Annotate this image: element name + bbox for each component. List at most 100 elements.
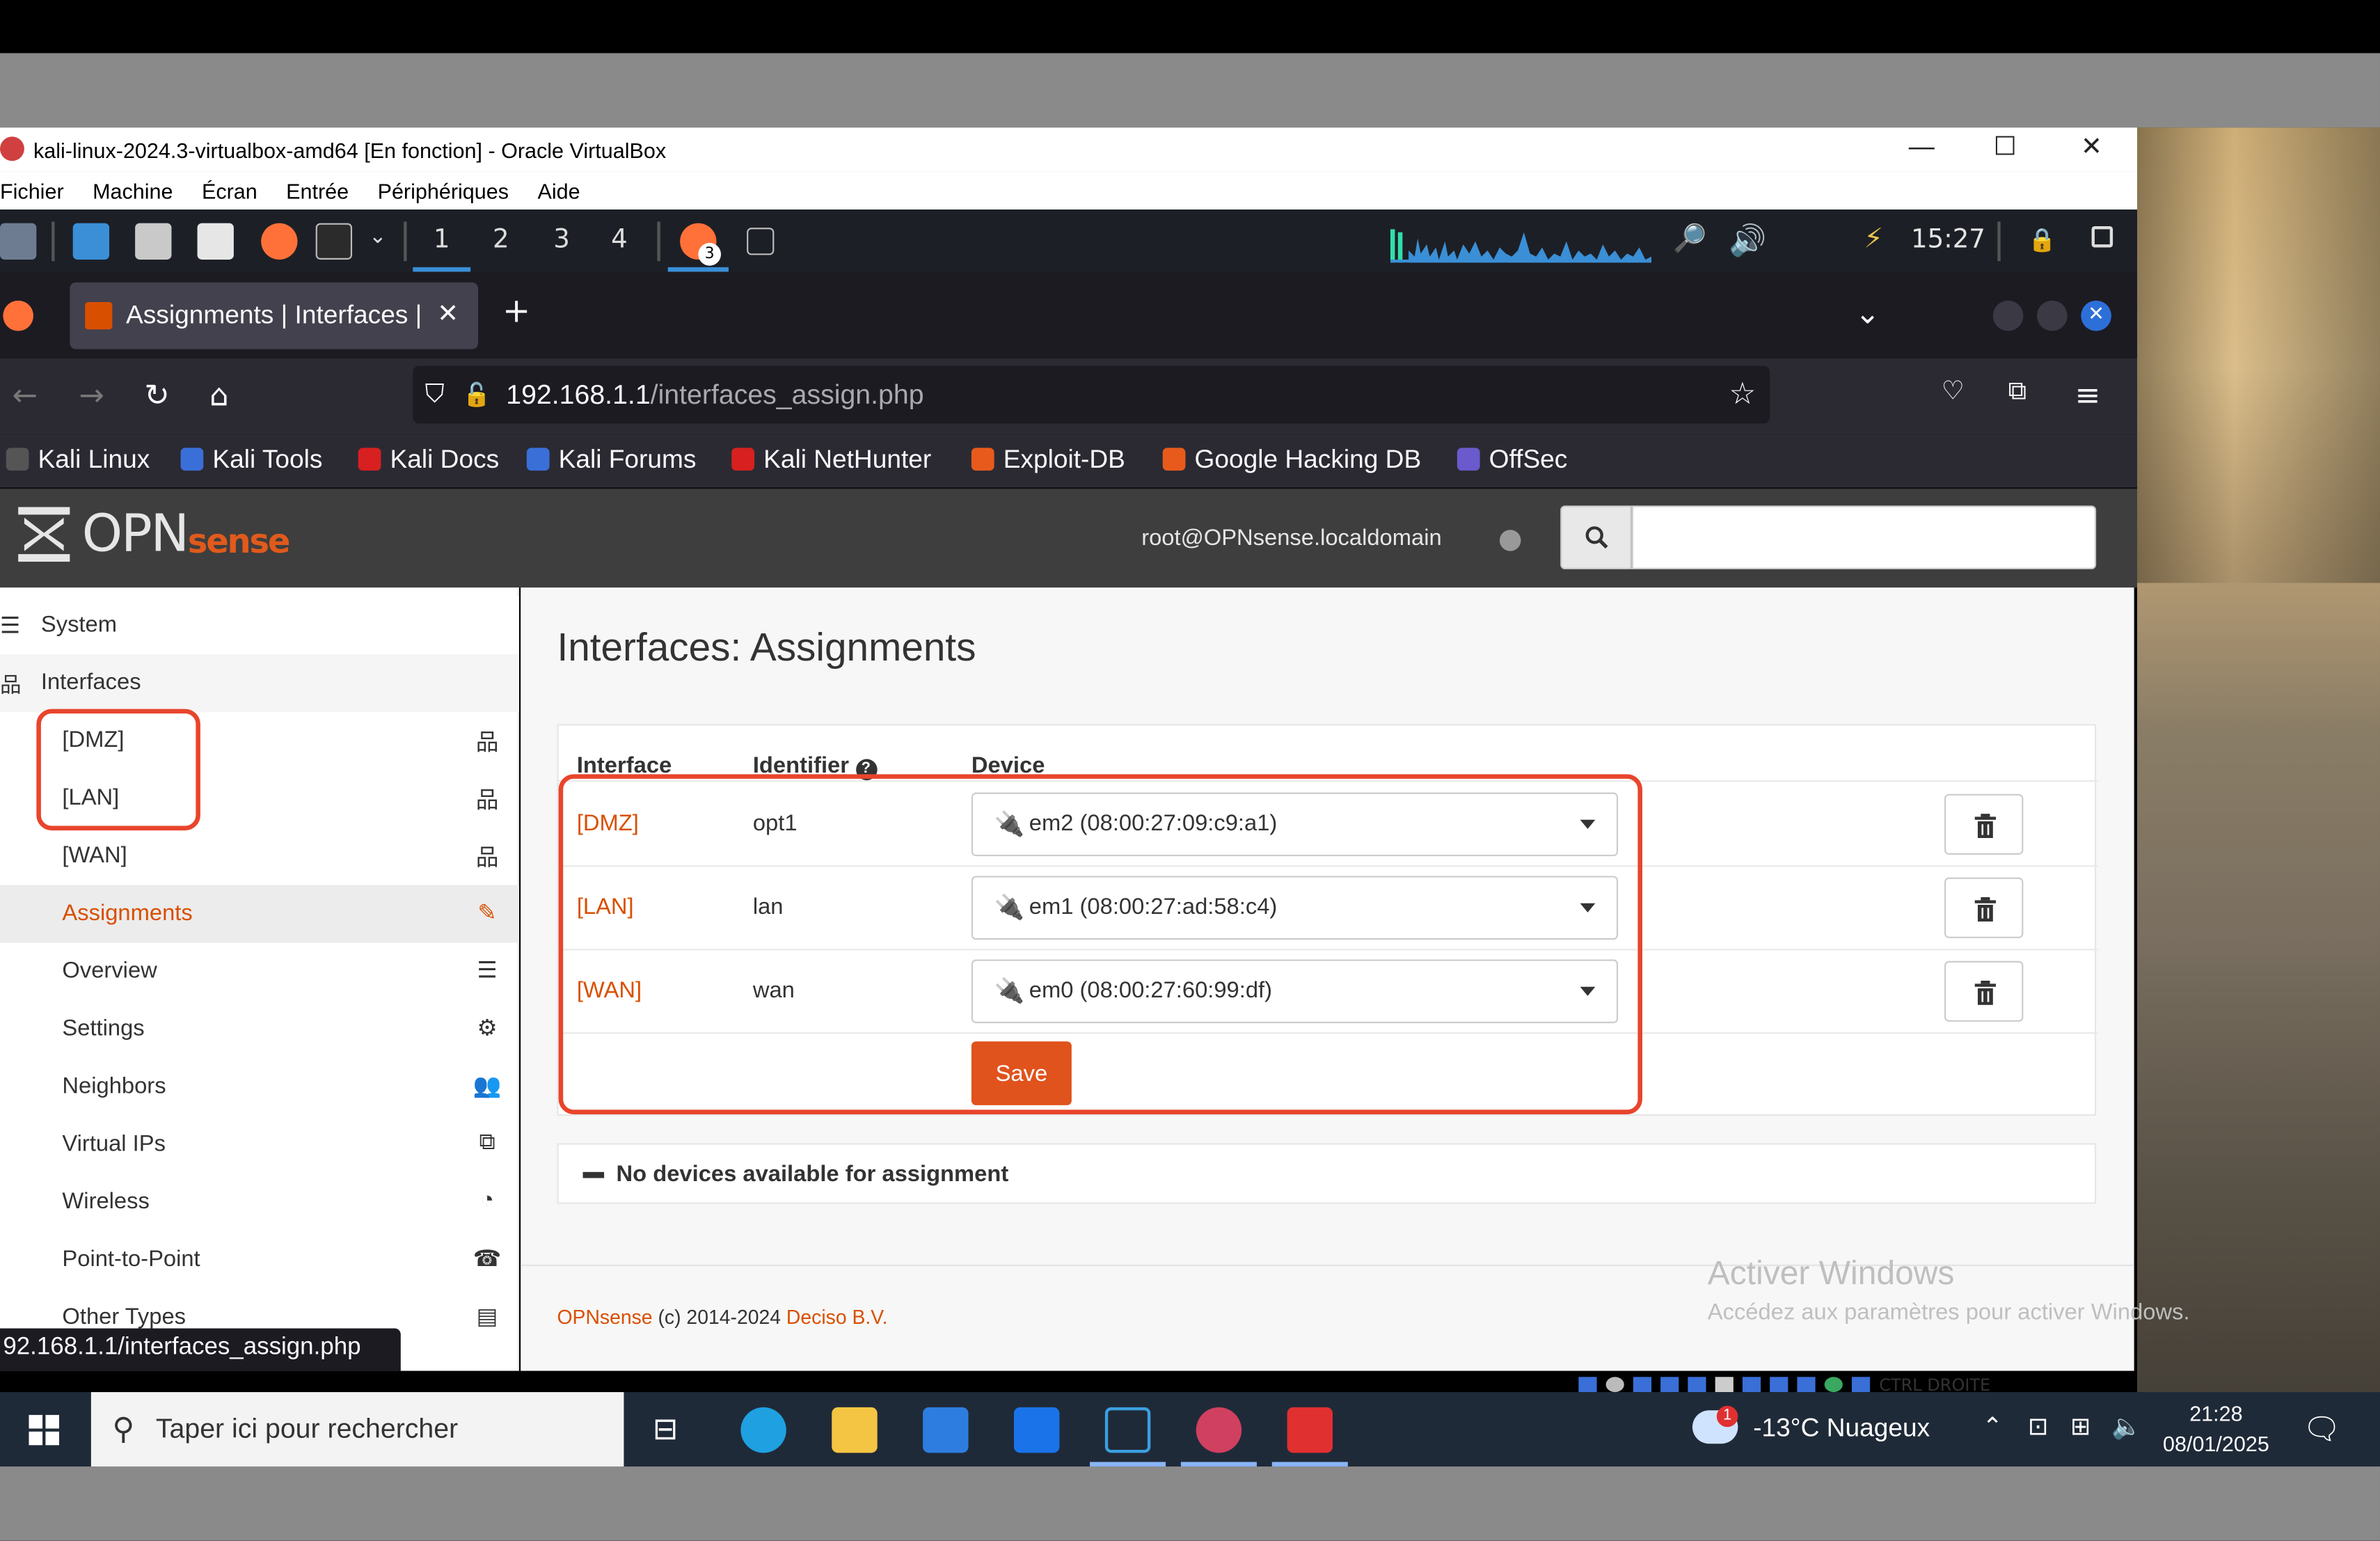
- search-input[interactable]: [1631, 505, 2097, 569]
- bookmark-offsec[interactable]: OffSec: [1457, 445, 1567, 475]
- wifi-icon: ◔: [480, 1187, 495, 1213]
- sidebar-item-wireless[interactable]: Wireless ◔: [0, 1173, 519, 1231]
- store-icon[interactable]: [923, 1407, 969, 1453]
- bookmark-kali-linux[interactable]: Kali Linux: [6, 445, 150, 475]
- files-icon[interactable]: [72, 223, 110, 260]
- menu-peripheriques[interactable]: Périphériques: [378, 178, 509, 203]
- footer-deciso-link[interactable]: Deciso B.V.: [786, 1306, 888, 1329]
- task-view-icon[interactable]: ⊟: [653, 1410, 679, 1448]
- hamburger-menu-icon[interactable]: ≡: [2075, 377, 2101, 413]
- window-maximize-dot[interactable]: [2037, 300, 2068, 331]
- url-path: /interfaces_assign.php: [650, 379, 924, 409]
- mail-icon[interactable]: [1013, 1407, 1060, 1453]
- delete-button[interactable]: [1944, 961, 2024, 1022]
- footer-opnsense-link[interactable]: OPNsense: [557, 1306, 652, 1329]
- forward-arrow-icon[interactable]: →: [79, 377, 104, 413]
- workspace-3[interactable]: 3: [546, 225, 577, 255]
- sidebar-item-settings[interactable]: Settings ⚙: [0, 1000, 519, 1058]
- opnsense-logo[interactable]: OPN sense: [15, 504, 290, 564]
- chevron-up-icon[interactable]: ⌃: [1983, 1412, 2003, 1442]
- text-editor-icon[interactable]: [197, 223, 234, 260]
- menu-machine[interactable]: Machine: [93, 178, 173, 203]
- logout-icon[interactable]: [2091, 226, 2113, 248]
- sidebar: ☰ System 品 Interfaces [DMZ] 品 [LAN] 品 [W…: [0, 587, 519, 1371]
- anydesk-icon[interactable]: [1287, 1407, 1333, 1453]
- footer-copyright: (c) 2014-2024: [652, 1305, 786, 1329]
- window-close-dot[interactable]: ✕: [2081, 300, 2111, 331]
- sidebar-item-system[interactable]: ☰ System: [0, 596, 519, 655]
- edge-icon[interactable]: [740, 1407, 786, 1453]
- workspace-4[interactable]: 4: [604, 225, 635, 255]
- panel-separator: [657, 221, 660, 262]
- sidebar-item-neighbors[interactable]: Neighbors 👥: [0, 1058, 519, 1116]
- pocket-icon[interactable]: ♡: [1942, 377, 1965, 407]
- menu-ecran[interactable]: Écran: [202, 178, 257, 203]
- shield-icon[interactable]: ⛉: [425, 379, 445, 410]
- meet-now-icon[interactable]: ⊡: [2028, 1412, 2048, 1442]
- taskbar-clock[interactable]: 21:28 08/01/2025: [2155, 1398, 2276, 1459]
- firefox-icon[interactable]: [261, 223, 298, 260]
- notification-icon[interactable]: 🗨: [2303, 1410, 2341, 1448]
- tab-close-button[interactable]: ✕: [437, 299, 459, 330]
- sidebar-item-assignments[interactable]: Assignments ✎: [0, 885, 519, 943]
- network-icon[interactable]: ⊞: [2070, 1412, 2091, 1442]
- bookmark-exploit-db[interactable]: Exploit-DB: [971, 445, 1125, 475]
- delete-button[interactable]: [1944, 877, 2024, 938]
- no-devices-section[interactable]: No devices available for assignment: [557, 1143, 2097, 1204]
- extensions-icon[interactable]: ⧉: [2008, 377, 2026, 407]
- sidebar-item-overview[interactable]: Overview ☰: [0, 942, 519, 1000]
- bookmark-kali-tools[interactable]: Kali Tools: [180, 445, 322, 475]
- file-explorer-icon[interactable]: [832, 1407, 878, 1453]
- maximize-button[interactable]: ☐: [1983, 132, 2028, 166]
- bookmark-kali-forums[interactable]: Kali Forums: [526, 445, 696, 475]
- bookmark-kali-nethunter[interactable]: Kali NetHunter: [731, 445, 931, 475]
- workspace-2[interactable]: 2: [486, 225, 516, 255]
- menu-entree[interactable]: Entrée: [286, 178, 349, 203]
- sidebar-item-virtual-ips[interactable]: Virtual IPs ⧉: [0, 1116, 519, 1173]
- search-button[interactable]: [1560, 505, 1632, 569]
- window-switch-icon[interactable]: [747, 228, 775, 255]
- bookmark-kali-docs[interactable]: Kali Docs: [358, 445, 499, 475]
- bookmark-star-icon[interactable]: ☆: [1729, 375, 1756, 413]
- minimize-button[interactable]: —: [1899, 132, 1944, 166]
- delete-button[interactable]: [1944, 793, 2024, 855]
- menu-aide[interactable]: Aide: [537, 178, 580, 203]
- firefox-menu-icon[interactable]: [3, 300, 33, 331]
- virtualbox-taskbar-icon[interactable]: [1196, 1407, 1242, 1453]
- bookmark-google-hacking-db[interactable]: Google Hacking DB: [1162, 445, 1421, 475]
- volume-muted-icon[interactable]: 🔈: [2111, 1412, 2141, 1442]
- windows-start-icon[interactable]: [29, 1414, 60, 1446]
- workspace-1[interactable]: 1: [427, 225, 457, 255]
- file-manager-icon[interactable]: [135, 223, 172, 260]
- status-dot-icon[interactable]: [1499, 530, 1521, 551]
- show-desktop-icon[interactable]: [0, 223, 37, 260]
- taskbar-search[interactable]: ⚲ Taper ici pour rechercher: [90, 1392, 624, 1467]
- sidebar-item-interfaces[interactable]: 品 Interfaces: [0, 654, 519, 712]
- url-bar[interactable]: ⛉ 🔓 192.168.1.1/interfaces_assign.php ☆: [413, 365, 1770, 424]
- list-icon: ☰: [0, 613, 21, 640]
- terminal-icon[interactable]: [315, 223, 353, 260]
- power-manager-icon[interactable]: ⚡: [1864, 223, 1883, 255]
- window-minimize-dot[interactable]: [1992, 300, 2024, 331]
- volume-icon[interactable]: 🔊: [1729, 221, 1766, 258]
- lock-icon[interactable]: 🔒: [2028, 226, 2056, 253]
- close-window-button[interactable]: ✕: [2069, 132, 2114, 166]
- user-menu[interactable]: root@OPNsense.localdomain: [1141, 525, 1441, 551]
- sidebar-item-point-to-point[interactable]: Point-to-Point ☎: [0, 1231, 519, 1289]
- display-status-icon: [1742, 1377, 1761, 1393]
- sidebar-item-wan[interactable]: [WAN] 品: [0, 828, 519, 885]
- weather-label[interactable]: -13°C Nuageux: [1753, 1414, 1930, 1444]
- users-icon: 👥: [473, 1073, 502, 1100]
- visual-studio-code-icon[interactable]: [1104, 1407, 1151, 1453]
- new-tab-button[interactable]: +: [502, 293, 530, 331]
- chevron-down-icon[interactable]: ⌄: [369, 225, 387, 249]
- back-arrow-icon[interactable]: ←: [12, 377, 38, 413]
- menu-fichier[interactable]: Fichier: [0, 178, 64, 203]
- panel-clock[interactable]: 15:27: [1911, 225, 1985, 255]
- reload-icon[interactable]: ↻: [144, 377, 170, 413]
- list-tabs-chevron-icon[interactable]: ⌄: [1855, 294, 1880, 331]
- home-icon[interactable]: ⌂: [209, 377, 229, 413]
- search-tool-icon[interactable]: 🔎: [1673, 223, 1707, 255]
- lock-insecure-icon[interactable]: 🔓: [463, 381, 491, 409]
- browser-tab[interactable]: Assignments | Interfaces |: [70, 282, 479, 349]
